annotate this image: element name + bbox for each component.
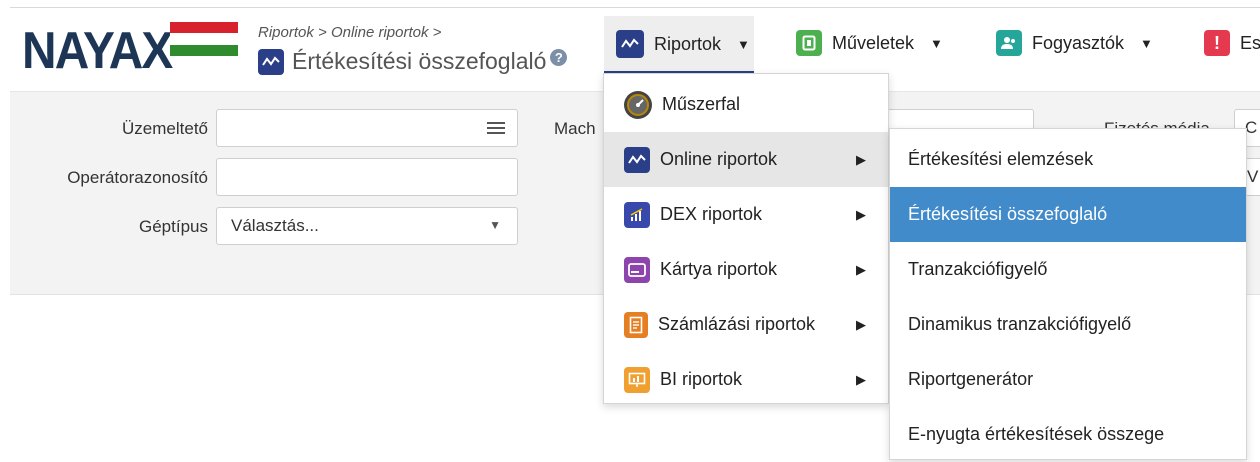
nav-fogyasztok-label: Fogyasztók [1032,32,1125,53]
caret-down-icon: ▼ [930,35,943,51]
menu-item-kartya-riportok[interactable]: Kártya riportok ▶ [604,242,888,297]
online-reports-icon [624,146,650,173]
billing-reports-icon [624,311,648,338]
nav-fogyasztok[interactable]: Fogyasztók ▼ [996,16,1153,70]
operator-id-label: Operátorazonosító [67,168,208,187]
card-reports-icon [624,256,650,283]
caret-down-icon: ▼ [1140,35,1153,51]
chevron-right-icon: ▶ [856,261,866,277]
nav-muveletek[interactable]: Műveletek ▼ [796,16,943,70]
chevron-right-icon: ▶ [856,371,866,387]
consumers-icon [996,30,1022,56]
chevron-down-icon: ▼ [489,218,501,232]
menu-item-dex-riportok[interactable]: DEX riportok ▶ [604,187,888,242]
page-title-text: Értékesítési összefoglaló [292,48,547,74]
menu-item-szamlazasi-riportok[interactable]: Számlázási riportok ▶ [604,297,888,352]
nav-riportok-label: Riportok [654,33,722,54]
operator-id-input[interactable] [216,158,518,196]
submenu-item-riportgenerator[interactable]: Riportgenerátor [890,352,1246,407]
online-reports-icon [616,30,644,58]
machine-label: Mach [554,119,596,138]
menu-item-bi-riportok[interactable]: BI riportok ▶ [604,352,888,407]
menu-item-label: Számlázási riportok [658,314,816,334]
submenu-item-dinamikus-tranzakciofigyelo[interactable]: Dinamikus tranzakciófigyelő [890,297,1246,352]
menu-item-label: Online riportok [660,149,778,169]
nav-muveletek-label: Műveletek [832,32,915,53]
nav-riportok[interactable]: Riportok ▼ [604,16,754,74]
geptipus-value: Választás... [231,216,319,235]
reports-dropdown-menu: Műszerfal Online riportok ▶ DEX riportok… [603,73,889,404]
menu-item-label: DEX riportok [660,204,763,224]
page-title: Értékesítési összefoglaló ? [258,48,568,75]
hungarian-flag-icon [170,22,238,56]
online-reports-submenu: Értékesítési elemzések Értékesítési össz… [889,128,1247,460]
nayax-logo[interactable]: NAYAX [22,22,184,80]
breadcrumb[interactable]: Riportok > Online riportok > [258,24,441,41]
dashboard-icon [624,90,652,119]
menu-item-muszerfal[interactable]: Műszerfal [604,77,888,132]
bi-reports-icon [624,366,650,393]
operations-icon [796,30,822,56]
secondary-value: V [1247,167,1259,186]
uzemelteto-label: Üzemeltető [122,119,208,138]
chevron-right-icon: ▶ [856,151,866,167]
online-reports-icon [258,48,284,75]
nav-esemenyek-label: Es [1240,32,1260,53]
nav-esemenyek[interactable]: ! Es [1204,16,1260,70]
logo-text: NAYAX [22,22,173,80]
chevron-right-icon: ▶ [856,316,866,332]
menu-item-label: Műszerfal [662,94,741,114]
submenu-item-tranzakciofigyelo[interactable]: Tranzakciófigyelő [890,242,1246,297]
help-icon[interactable]: ? [550,49,568,66]
geptipus-select[interactable]: Választás... ▼ [216,207,518,245]
submenu-item-ertekesitesi-osszefoglalo[interactable]: Értékesítési összefoglaló [890,187,1246,242]
dex-reports-icon [624,201,650,228]
submenu-item-ertekesitesi-elemzesek[interactable]: Értékesítési elemzések [890,132,1246,187]
submenu-item-e-nyugta[interactable]: E-nyugta értékesítések összege [890,407,1246,462]
caret-down-icon: ▼ [737,36,750,52]
menu-item-label: Kártya riportok [660,259,778,279]
menu-item-online-riportok[interactable]: Online riportok ▶ [604,132,888,187]
chevron-right-icon: ▶ [856,206,866,222]
geptipus-label: Géptípus [139,217,208,236]
menu-item-label: BI riportok [660,369,743,389]
uzemelteto-input[interactable] [216,109,518,147]
alert-icon: ! [1204,30,1230,56]
list-icon[interactable] [487,122,505,137]
top-border [10,7,1260,8]
